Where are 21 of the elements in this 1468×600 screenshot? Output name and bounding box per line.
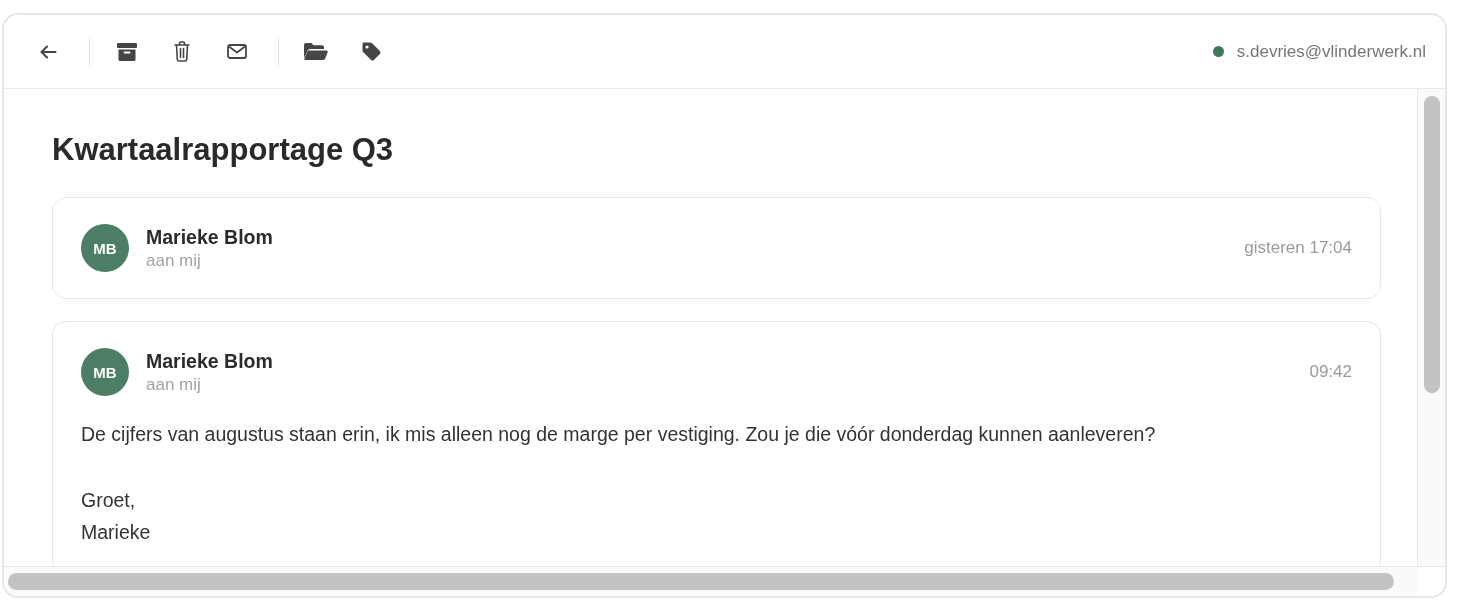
scrollbar-thumb[interactable] — [1424, 96, 1440, 393]
message-time: gisteren 17:04 — [1244, 238, 1352, 258]
envelope-icon — [227, 44, 247, 59]
email-subject: Kwartaalrapportage Q3 — [52, 132, 395, 168]
message-time: 09:42 — [1309, 362, 1352, 382]
sender-name: Marieke Blom — [146, 225, 273, 248]
sender-avatar: MB — [81, 348, 129, 396]
tag-icon — [361, 42, 381, 61]
archive-box-icon — [117, 42, 137, 61]
back-arrow-icon — [39, 43, 57, 60]
message-card[interactable]: MB Marieke Blom aan mij gisteren 17:04 — [52, 197, 1381, 299]
sender-avatar: MB — [81, 224, 129, 272]
folder-icon — [304, 43, 328, 60]
trash-icon — [174, 41, 190, 62]
message-paragraph: Groet, Marieke — [81, 488, 152, 545]
message-paragraph: De cijfers van augustus staan erin, ik mis alleen nog de marge per vestiging. Zou je die vóór donderdag kunnen aanleveren? — [81, 422, 1157, 447]
scrollbar-thumb[interactable] — [8, 573, 1394, 590]
recipient-text: aan mij — [146, 374, 201, 395]
sender-name: Marieke Blom — [146, 349, 273, 372]
recipient-text: aan mij — [146, 250, 201, 271]
account-email: s.devries@vlinderwerk.nl — [1236, 41, 1426, 62]
